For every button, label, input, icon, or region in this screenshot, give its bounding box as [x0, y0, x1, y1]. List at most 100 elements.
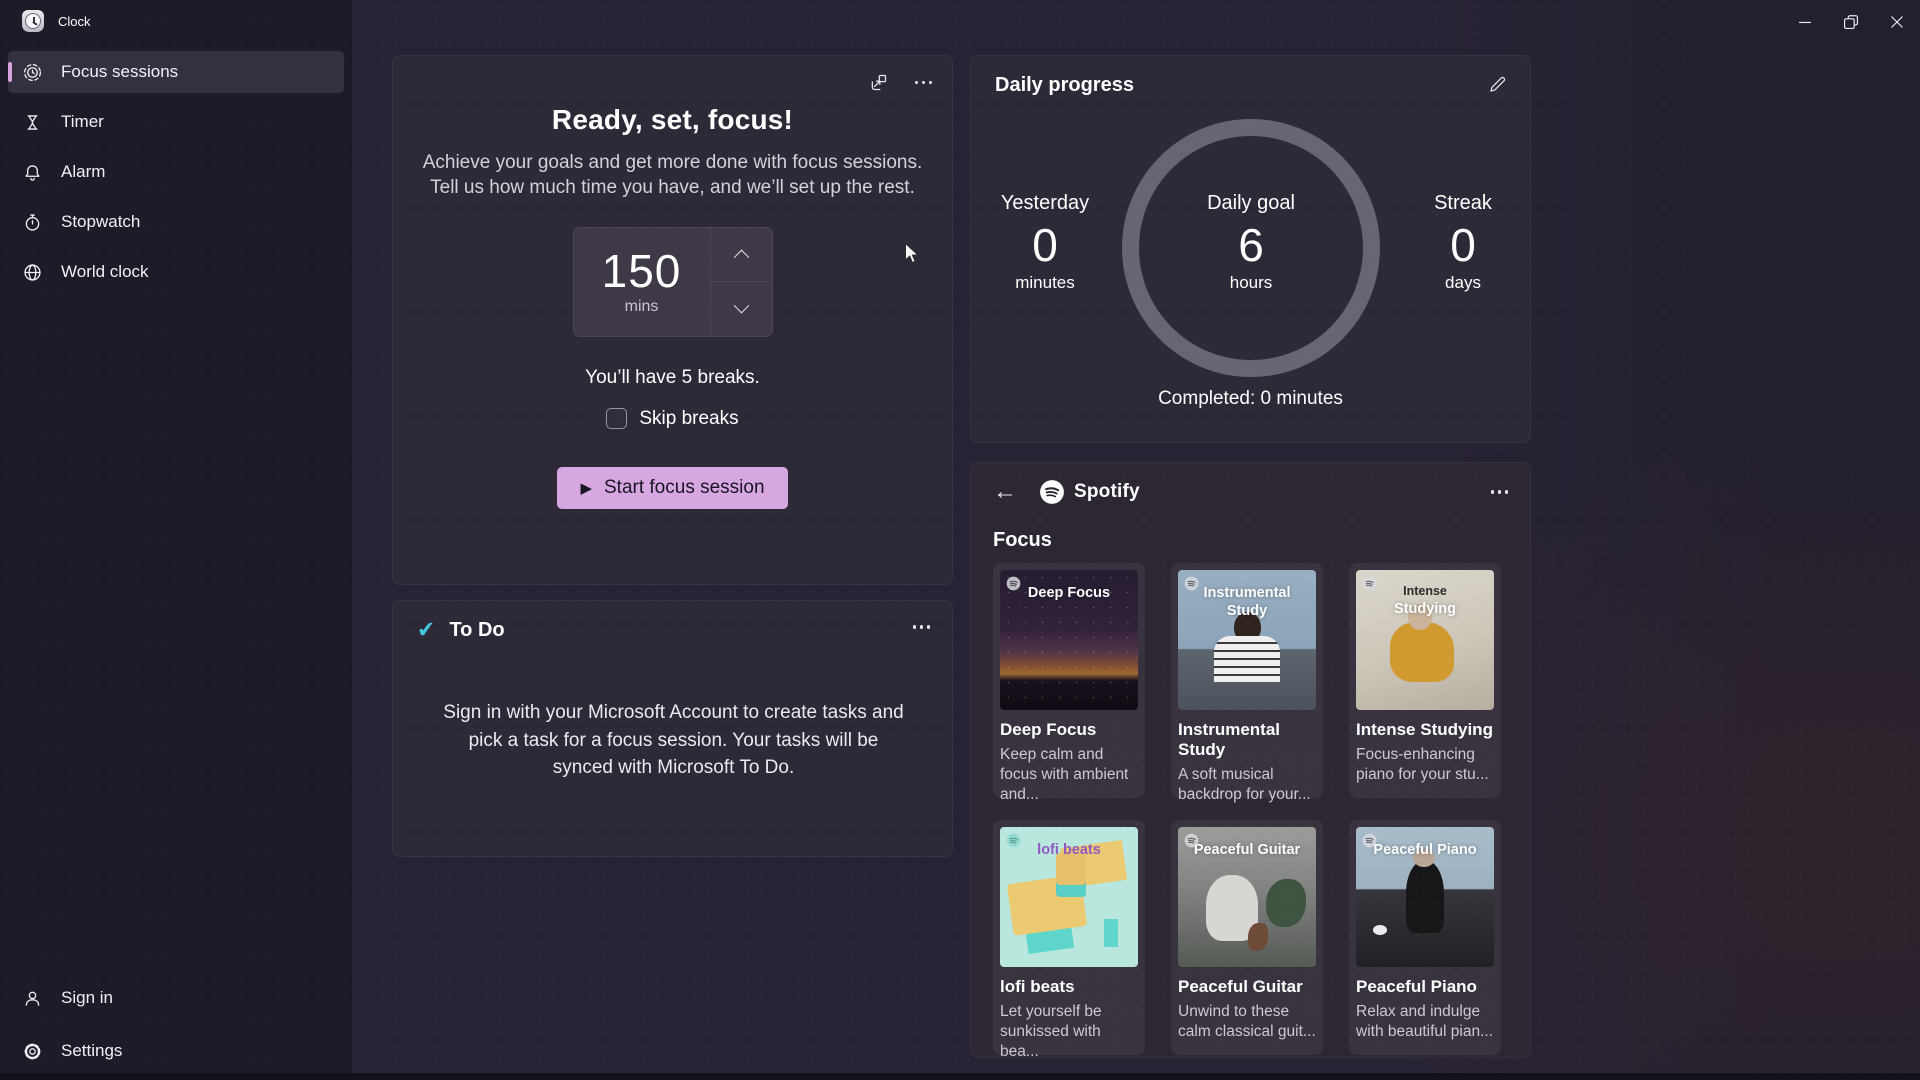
minutes-stepper: 150 mins: [572, 226, 773, 337]
sidebar-item-label: World clock: [61, 262, 149, 281]
todo-more-icon[interactable]: [912, 625, 930, 629]
spotify-section-title: Focus: [993, 529, 1052, 551]
close-icon: [1891, 15, 1903, 28]
spotify-badge-icon: [1362, 576, 1377, 591]
playlist-tile-intense-studying[interactable]: Intense Studying Intense Studying Focus-e…: [1349, 563, 1501, 798]
stat-value: 0: [1450, 219, 1476, 271]
timer-icon: [27, 114, 38, 130]
sidebar-item-label: Timer: [61, 112, 104, 131]
popout-icon[interactable]: [868, 72, 889, 93]
minimize-icon: [1799, 21, 1811, 23]
todo-body-text: Sign in with your Microsoft Account to c…: [443, 702, 904, 779]
stopwatch-icon: [25, 213, 40, 231]
stepper-increase-button[interactable]: [710, 228, 772, 283]
album-art: Instrumental Study: [1178, 570, 1316, 710]
focus-sessions-icon: [23, 63, 42, 81]
playlist-title: lofi beats: [1000, 977, 1075, 996]
yesterday-stat: Yesterday 0 minutes: [965, 192, 1125, 293]
album-art: Deep Focus: [1000, 570, 1138, 710]
daily-goal-stat: Daily goal 6 hours: [1171, 192, 1331, 293]
edit-goal-button[interactable]: [1487, 74, 1508, 100]
sidebar-footer: Sign in Settings: [8, 977, 344, 1072]
sidebar-item-stopwatch[interactable]: Stopwatch: [8, 201, 344, 243]
skip-breaks-checkbox[interactable]: [606, 408, 628, 430]
completed-text: Completed: 0 minutes: [1158, 388, 1343, 409]
streak-stat: Streak 0 days: [1383, 192, 1543, 293]
focus-session-card: Ready, set, focus! Achieve your goals an…: [392, 55, 953, 585]
start-button-label: Start focus session: [604, 476, 765, 498]
stat-label: Yesterday: [1000, 192, 1090, 214]
person-icon: [25, 991, 40, 1006]
spotify-badge-icon: [1184, 576, 1199, 591]
back-button[interactable]: ←: [993, 480, 1017, 504]
minutes-value-box[interactable]: 150 mins: [574, 228, 710, 336]
sidebar-item-label: Stopwatch: [61, 212, 141, 231]
sidebar-item-sign-in[interactable]: Sign in: [8, 977, 344, 1019]
focus-more-icon[interactable]: [914, 80, 932, 85]
playlist-tile-deep-focus[interactable]: Deep Focus Deep Focus Keep calm and focu…: [993, 563, 1145, 803]
sidebar-item-settings[interactable]: Settings: [8, 1030, 344, 1072]
playlist-title: Intense Studying: [1356, 720, 1493, 739]
sidebar-item-label: Sign in: [61, 988, 113, 1007]
chevron-down-icon: [733, 298, 749, 314]
todo-check-icon: ✔: [416, 616, 437, 643]
playlist-grid: Deep Focus Deep Focus Keep calm and focu…: [993, 563, 1501, 1060]
skip-breaks-label[interactable]: Skip breaks: [639, 408, 738, 430]
minutes-value[interactable]: 150: [602, 248, 682, 294]
sidebar-item-timer[interactable]: Timer: [8, 101, 344, 143]
sidebar-item-world-clock[interactable]: World clock: [8, 251, 344, 293]
playlist-description: Unwind to these calm classical guit...: [1178, 1003, 1316, 1041]
restore-icon: [1843, 14, 1859, 29]
play-icon: ▶: [580, 479, 592, 497]
sidebar-item-alarm[interactable]: Alarm: [8, 151, 344, 193]
spotify-logo-icon: [1040, 480, 1064, 504]
album-art: Peaceful Piano: [1356, 827, 1494, 967]
stat-label: Streak: [1434, 192, 1492, 214]
spotify-brand: Spotify: [1074, 481, 1140, 502]
spotify-badge-icon: [1006, 833, 1021, 848]
spotify-badge-icon: [1362, 833, 1377, 848]
playlist-title: Peaceful Piano: [1356, 977, 1477, 996]
sidebar-item-label: Settings: [61, 1041, 123, 1060]
sidebar-item-label: Alarm: [61, 162, 106, 181]
playlist-description: A soft musical backdrop for your...: [1178, 766, 1311, 804]
selected-accent-bar: [8, 62, 12, 82]
playlist-description: Let yourself be sunkissed with bea...: [1000, 1003, 1102, 1061]
minimize-button[interactable]: [1782, 0, 1828, 43]
minutes-unit: mins: [624, 297, 659, 315]
bottom-edge: [0, 1073, 1920, 1080]
restore-button[interactable]: [1828, 0, 1874, 43]
playlist-title: Deep Focus: [1000, 720, 1097, 739]
playlist-tile-instrumental-study[interactable]: Instrumental Study Instrumental Study A s…: [1171, 563, 1323, 803]
stat-value: 0: [1032, 219, 1058, 271]
playlist-description: Focus-enhancing piano for your stu...: [1356, 746, 1489, 784]
start-focus-session-button[interactable]: ▶ Start focus session: [557, 466, 788, 509]
chevron-up-icon: [733, 249, 749, 265]
playlist-tile-lofi-beats[interactable]: lofi beats lofi beats Let yourself be su…: [993, 820, 1145, 1060]
sidebar-nav: Focus sessions Timer Alarm Stopwatch Wor…: [8, 51, 344, 301]
spotify-more-icon[interactable]: [1490, 490, 1508, 494]
window-controls: [1782, 0, 1920, 43]
world-clock-icon: [24, 263, 41, 281]
stepper-decrease-button[interactable]: [711, 282, 772, 336]
sidebar: Clock Focus sessions Timer Alarm Stopwat…: [0, 0, 352, 1080]
mouse-cursor: [905, 243, 919, 264]
stat-unit: minutes: [1015, 273, 1075, 293]
playlist-tile-peaceful-piano[interactable]: Peaceful Piano Peaceful Piano Relax and …: [1349, 820, 1501, 1055]
focus-subtitle: Achieve your goals and get more done wit…: [422, 152, 923, 199]
daily-progress-card: Daily progress Yesterday 0 minutes Daily…: [970, 55, 1531, 443]
pencil-icon: [1490, 76, 1506, 92]
stat-label: Daily goal: [1207, 192, 1295, 214]
playlist-title: Instrumental Study: [1178, 720, 1281, 759]
stat-unit: days: [1445, 273, 1481, 293]
album-art: lofi beats: [1000, 827, 1138, 967]
playlist-tile-peaceful-guitar[interactable]: Peaceful Guitar Peaceful Guitar Unwind t…: [1171, 820, 1323, 1055]
alarm-icon: [25, 164, 40, 181]
sidebar-item-focus-sessions[interactable]: Focus sessions: [8, 51, 344, 93]
close-button[interactable]: [1874, 0, 1920, 43]
playlist-description: Keep calm and focus with ambient and...: [1000, 746, 1129, 804]
sidebar-item-label: Focus sessions: [61, 62, 179, 81]
playlist-title: Peaceful Guitar: [1178, 977, 1303, 996]
todo-card: ✔ To Do Sign in with your Microsoft Acco…: [392, 600, 953, 857]
stat-value: 6: [1238, 219, 1264, 271]
